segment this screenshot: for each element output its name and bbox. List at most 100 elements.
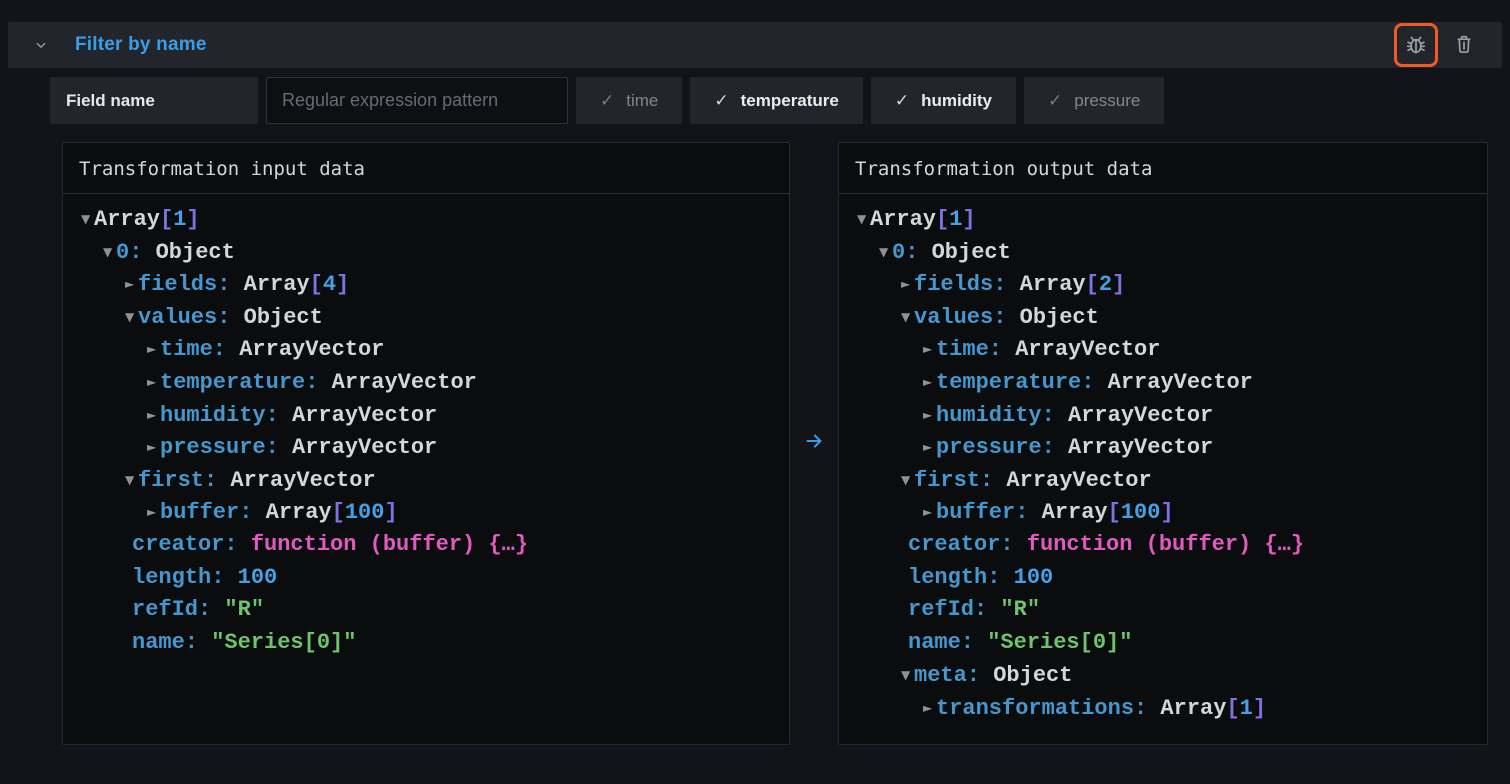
caret-down-icon[interactable]: ▼ [103,236,116,269]
json-plain: Array [1006,272,1085,297]
tree-row[interactable]: ►humidity: ArrayVector [63,399,789,432]
caret-down-icon[interactable]: ▼ [125,464,138,497]
json-number: 4 [323,272,336,297]
bug-icon [1404,32,1428,59]
caret-right-icon[interactable]: ► [901,268,914,301]
tree-row[interactable]: ►buffer: Array[100] [63,496,789,529]
json-plain: Object [980,663,1072,688]
json-key: first: [914,468,993,493]
tree-row[interactable]: ▼values: Object [839,301,1487,334]
tree-row[interactable]: ►transformations: Array[1] [839,692,1487,725]
tree-row[interactable]: ▼values: Object [63,301,789,334]
field-name-label: Field name [50,77,258,124]
json-string: "R" [211,597,264,622]
tree-row[interactable]: ▼0: Object [839,236,1487,269]
json-key: values: [914,305,1006,330]
caret-right-icon[interactable]: ► [147,366,160,399]
field-toggle-humidity[interactable]: ✓ humidity [871,77,1016,124]
tree-row: length: 100 [63,562,789,595]
caret-right-icon[interactable]: ► [147,333,160,366]
json-number: 1 [949,207,962,232]
tree-row[interactable]: ►humidity: ArrayVector [839,399,1487,432]
caret-right-icon[interactable]: ► [923,496,936,529]
tree-row[interactable]: ▼Array[1] [839,203,1487,236]
json-plain: ArrayVector [318,370,476,395]
json-function: function (buffer) {…} [1014,532,1304,557]
caret-right-icon[interactable]: ► [923,399,936,432]
json-number: 100 [1121,500,1161,525]
tree-row[interactable]: ►temperature: ArrayVector [63,366,789,399]
tree-row[interactable]: ►time: ArrayVector [839,333,1487,366]
json-plain: ArrayVector [993,468,1151,493]
tree-row[interactable]: ▼meta: Object [839,659,1487,692]
tree-row[interactable]: ►fields: Array[2] [839,268,1487,301]
caret-right-icon[interactable]: ► [125,268,138,301]
json-key: fields: [914,272,1006,297]
json-key: 0: [116,240,142,265]
transformation-title[interactable]: Filter by name [75,34,207,56]
tree-row: creator: function (buffer) {…} [63,529,789,562]
delete-transformation-button[interactable] [1448,23,1480,67]
tree-row[interactable]: ►fields: Array[4] [63,268,789,301]
json-key: creator: [132,532,238,557]
caret-right-icon[interactable]: ► [147,431,160,464]
caret-down-icon[interactable]: ▼ [901,464,914,497]
json-bracket: ] [1112,272,1125,297]
json-string: "Series[0]" [198,630,356,655]
json-plain: Array [230,272,309,297]
json-bracket: ] [336,272,349,297]
transform-flow [790,142,838,745]
caret-down-icon[interactable]: ▼ [81,203,94,236]
tree-row[interactable]: ►pressure: ArrayVector [839,431,1487,464]
caret-down-icon[interactable]: ▼ [901,301,914,334]
json-plain: ArrayVector [279,435,437,460]
tree-row[interactable]: ▼0: Object [63,236,789,269]
caret-right-icon[interactable]: ► [147,399,160,432]
tree-row[interactable]: ▼first: ArrayVector [63,464,789,497]
caret-down-icon[interactable]: ▼ [901,659,914,692]
check-icon: ✓ [1048,91,1062,111]
debug-transformation-button[interactable] [1394,23,1438,67]
json-number: 100 [224,565,277,590]
caret-right-icon[interactable]: ► [147,496,160,529]
caret-down-icon[interactable]: ▼ [857,203,870,236]
json-key: time: [160,337,226,362]
field-toggle-time[interactable]: ✓ time [576,77,682,124]
json-bracket: [ [332,500,345,525]
json-key: name: [132,630,198,655]
json-key: pressure: [160,435,279,460]
caret-right-icon[interactable]: ► [923,333,936,366]
collapse-chevron-down-icon[interactable] [32,36,50,54]
field-toggle-label: humidity [921,91,992,111]
json-function: function (buffer) {…} [238,532,528,557]
regex-pattern-input[interactable] [266,77,568,124]
json-plain: ArrayVector [279,403,437,428]
caret-down-icon[interactable]: ▼ [879,236,892,269]
tree-row[interactable]: ►time: ArrayVector [63,333,789,366]
tree-row[interactable]: ►temperature: ArrayVector [839,366,1487,399]
transformation-output-panel: Transformation output data ▼Array[1]▼0: … [838,142,1488,745]
json-plain: Array [1147,696,1226,721]
tree-row[interactable]: ►pressure: ArrayVector [63,431,789,464]
json-key: temperature: [936,370,1094,395]
tree-row[interactable]: ▼Array[1] [63,203,789,236]
json-key: temperature: [160,370,318,395]
json-plain: ArrayVector [226,337,384,362]
caret-right-icon[interactable]: ► [923,431,936,464]
output-json-tree: ▼Array[1]▼0: Object►fields: Array[2]▼val… [839,194,1487,725]
caret-down-icon[interactable]: ▼ [125,301,138,334]
tree-row[interactable]: ►buffer: Array[100] [839,496,1487,529]
json-number: 100 [345,500,385,525]
field-toggle-temperature[interactable]: ✓ temperature [690,77,863,124]
tree-row[interactable]: ▼first: ArrayVector [839,464,1487,497]
caret-right-icon[interactable]: ► [923,692,936,725]
field-toggle-pressure[interactable]: ✓ pressure [1024,77,1164,124]
tree-row: creator: function (buffer) {…} [839,529,1487,562]
json-plain: ArrayVector [1055,435,1213,460]
caret-right-icon[interactable]: ► [923,366,936,399]
tree-row: length: 100 [839,562,1487,595]
json-string: "R" [987,597,1040,622]
arrow-right-icon [803,430,825,457]
json-bracket: [ [1108,500,1121,525]
json-plain: ArrayVector [217,468,375,493]
